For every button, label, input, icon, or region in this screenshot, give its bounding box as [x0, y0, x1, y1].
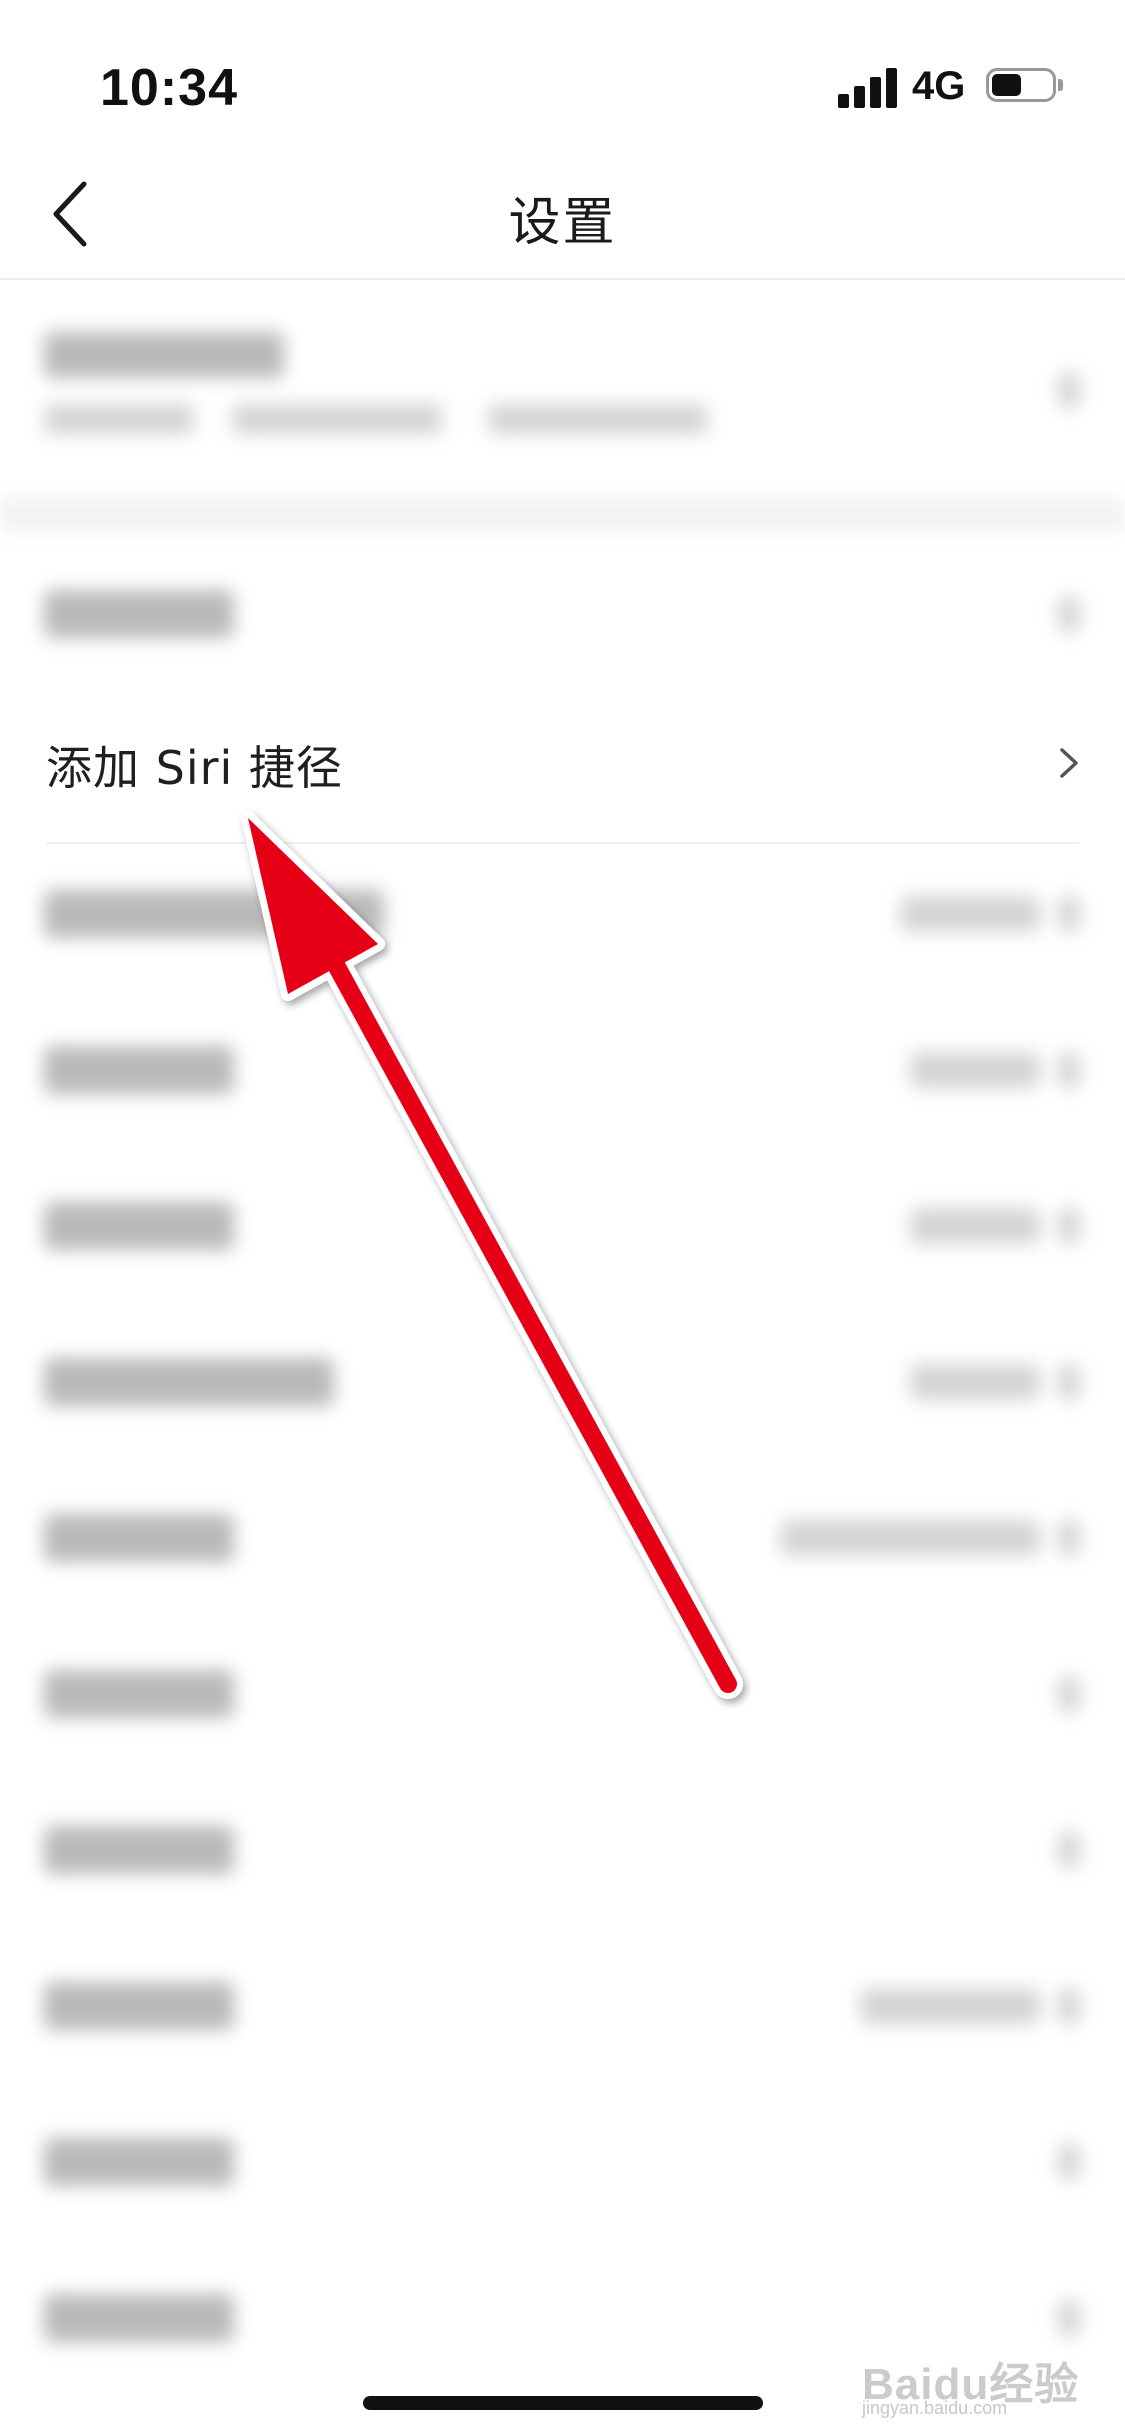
watermark-url: jingyan.baidu.com: [862, 2398, 1008, 2418]
settings-row[interactable]: [0, 1308, 1125, 1464]
settings-row[interactable]: [0, 1776, 1125, 1932]
status-time: 10:34: [100, 59, 238, 117]
section-separator: [0, 492, 1125, 538]
siri-shortcut-row[interactable]: 添加 Siri 捷径: [0, 688, 1125, 844]
settings-row[interactable]: [0, 1152, 1125, 1308]
account-info-row[interactable]: [0, 282, 1125, 492]
settings-row[interactable]: [0, 1464, 1125, 1620]
network-type: 4G: [912, 64, 966, 108]
home-indicator[interactable]: [363, 2396, 763, 2410]
page-title: 设置: [508, 193, 617, 253]
battery-icon: [986, 68, 1066, 106]
settings-row[interactable]: [0, 2088, 1125, 2244]
siri-shortcut-label: 添加 Siri 捷径: [46, 741, 343, 795]
settings-row[interactable]: [0, 538, 1125, 694]
settings-screen: 10:34 4G 设置 添加 Siri 捷径 Baidu经验 jingyan.b…: [0, 0, 1125, 2436]
status-bar: 10:34 4G: [0, 0, 1125, 150]
navigation-bar: 设置: [0, 150, 1125, 280]
settings-row[interactable]: [0, 996, 1125, 1152]
cellular-signal-icon: [838, 66, 900, 108]
settings-row[interactable]: [0, 1932, 1125, 2088]
baidu-watermark: Baidu经验 jingyan.baidu.com: [862, 2316, 1098, 2418]
settings-row[interactable]: [0, 1620, 1125, 1776]
chevron-right-icon: [1060, 748, 1078, 778]
settings-row[interactable]: [0, 840, 1125, 996]
